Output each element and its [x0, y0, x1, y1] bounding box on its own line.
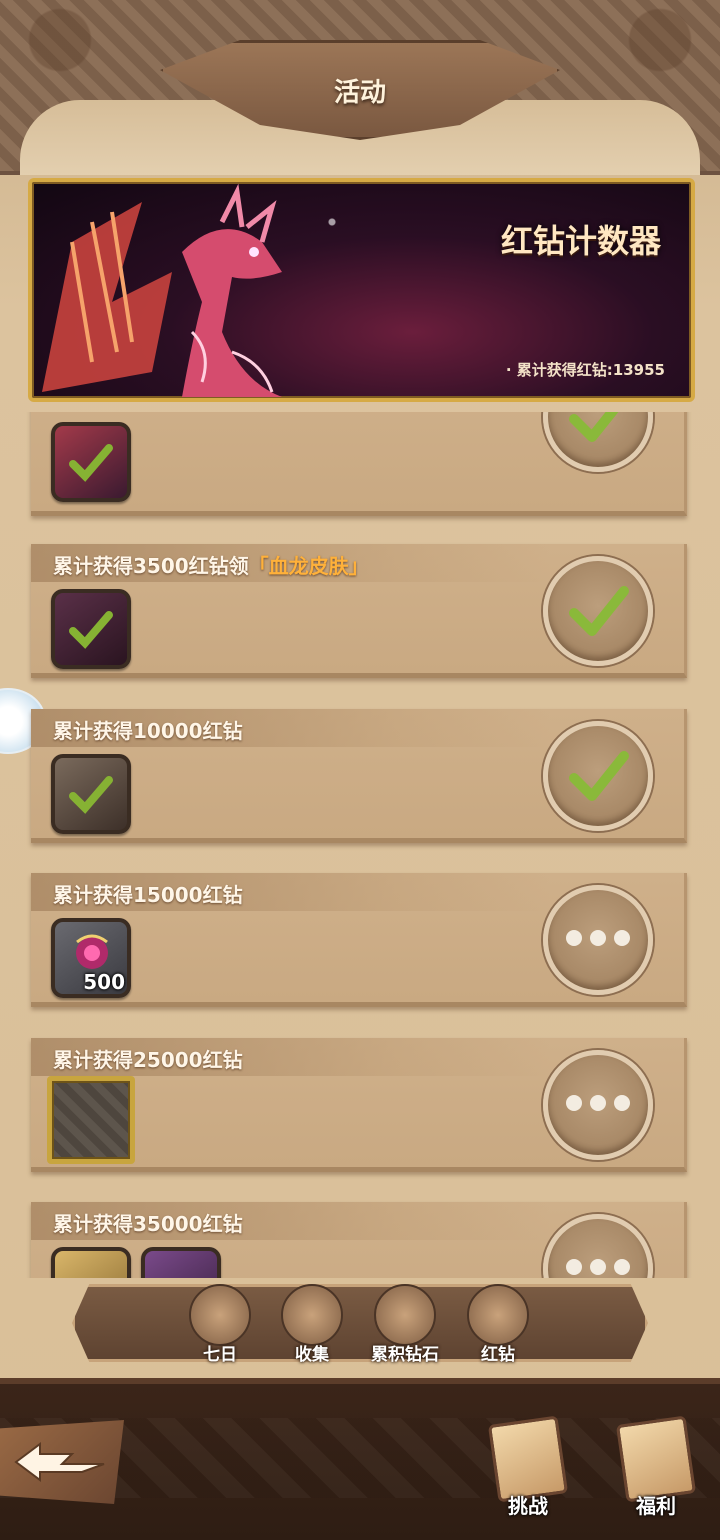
red-diamond-reward-icon[interactable]: 500: [51, 918, 131, 998]
reward-title: 累计获得35000红钻: [53, 1212, 243, 1236]
locked-status-button[interactable]: [543, 1050, 653, 1160]
check-icon: [69, 444, 113, 482]
back-arrow-icon: [14, 1442, 105, 1482]
pending-dots-icon: [548, 1259, 648, 1278]
pending-dots-icon: [548, 1095, 648, 1115]
reward-list[interactable]: 累计获得3500红钻领「血龙皮肤」 累计获得10000红钻 累计获得15000红…: [0, 412, 720, 1278]
diamond-bag-icon: [374, 1284, 436, 1346]
banner-title: 红钻计数器: [500, 222, 661, 260]
reward-card: 累计获得15000红钻 500: [31, 873, 687, 1007]
ssr-hero-reward-icon[interactable]: [51, 422, 131, 502]
reward-title: 累计获得3500红钻领「血龙皮肤」: [53, 554, 369, 578]
tab-red-diamond[interactable]: 红钻: [458, 1284, 538, 1365]
reward-card: 累计获得10000红钻: [31, 709, 687, 843]
claimed-status-button[interactable]: [543, 556, 653, 666]
accumulated-count: · 累计获得红钻:13955: [505, 361, 665, 379]
frame-scroll-reward-icon[interactable]: [51, 754, 131, 834]
purple-scroll-reward-icon[interactable]: [141, 1247, 221, 1278]
avatar-frame-reward-icon[interactable]: [47, 1076, 135, 1164]
page-title: 活动: [333, 78, 386, 108]
red-diamond-counter-banner: 红钻计数器 · 累计获得红钻:13955: [28, 178, 695, 402]
check-icon: [569, 412, 619, 442]
blood-dragon-skin-reward-icon[interactable]: [51, 589, 131, 669]
welfare-button[interactable]: 福利: [606, 1415, 706, 1520]
dragon-illustration: [42, 183, 282, 397]
check-icon: [569, 586, 629, 636]
locked-status-button[interactable]: [543, 885, 653, 995]
check-icon: [69, 611, 113, 649]
reward-card: 累计获得25000红钻: [31, 1038, 687, 1172]
claimed-status-button[interactable]: [543, 721, 653, 831]
book-icon: [281, 1284, 343, 1346]
tab-collect[interactable]: 收集: [272, 1284, 352, 1365]
scroll-reward-icon[interactable]: [51, 1247, 131, 1278]
reward-card: 累计获得35000红钻: [31, 1202, 687, 1278]
back-button[interactable]: [0, 1420, 124, 1504]
reward-title: 累计获得25000红钻: [53, 1048, 243, 1072]
money-bag-icon: [467, 1284, 529, 1346]
pending-dots-icon: [548, 930, 648, 950]
seven-day-icon: [189, 1284, 251, 1346]
claimed-status-button[interactable]: [543, 412, 653, 472]
locked-status-button[interactable]: [543, 1214, 653, 1278]
check-icon: [69, 776, 113, 814]
reward-title: 累计获得10000红钻: [53, 719, 243, 743]
tab-seven-day[interactable]: 七日: [180, 1284, 260, 1365]
tab-accumulated-diamonds[interactable]: 累积钻石: [365, 1284, 445, 1365]
challenge-button[interactable]: 挑战: [478, 1415, 578, 1520]
reward-card: 累计获得3500红钻领「血龙皮肤」: [31, 544, 687, 678]
reward-quantity: 500: [83, 970, 125, 994]
reward-title: 累计获得15000红钻: [53, 883, 243, 907]
check-icon: [569, 751, 629, 801]
reward-card: [31, 412, 687, 516]
